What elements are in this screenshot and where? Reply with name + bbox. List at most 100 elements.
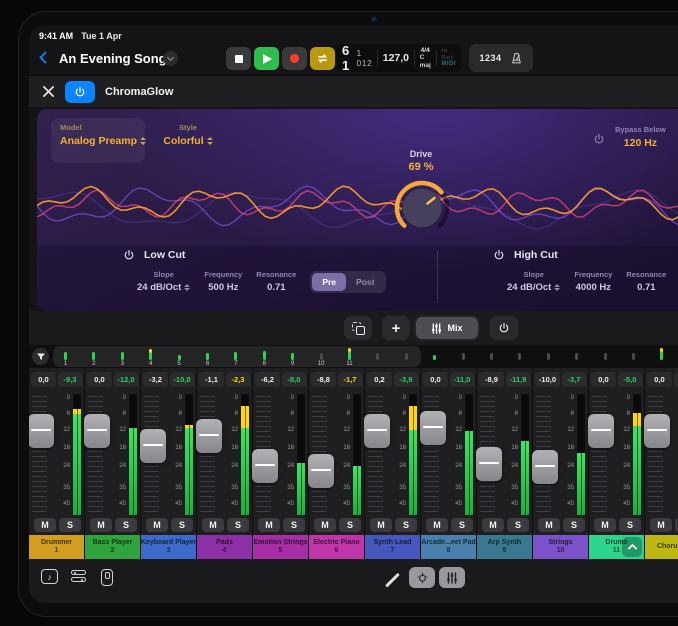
mute-button[interactable]: M: [650, 518, 672, 532]
fader-handle[interactable]: [364, 414, 390, 448]
lcd-display[interactable]: 6 1 1 012 127,0 4/4 C maj In Out MIDI: [336, 44, 462, 72]
power-icon[interactable]: [123, 249, 135, 261]
volume-value[interactable]: 0,0: [647, 372, 672, 387]
post-button[interactable]: Post: [346, 273, 384, 291]
high-cut-resonance[interactable]: Resonance 0.71: [626, 270, 666, 293]
volume-value[interactable]: -10,0: [535, 372, 560, 387]
mute-button[interactable]: M: [258, 518, 280, 532]
fader-handle[interactable]: [252, 449, 278, 483]
cycle-button[interactable]: [310, 47, 335, 70]
mute-button[interactable]: M: [202, 518, 224, 532]
track-name-bar[interactable]: Bass Player 2: [85, 535, 140, 559]
close-icon[interactable]: [42, 85, 55, 98]
plugin-power-button[interactable]: [65, 81, 95, 103]
volume-value[interactable]: -1,1: [199, 372, 224, 387]
volume-value[interactable]: 0,0: [423, 372, 448, 387]
mute-button[interactable]: M: [538, 518, 560, 532]
mute-button[interactable]: M: [146, 518, 168, 532]
mute-button[interactable]: M: [90, 518, 112, 532]
drive-knob[interactable]: [391, 177, 453, 239]
play-button[interactable]: [254, 47, 279, 70]
mute-button[interactable]: M: [426, 518, 448, 532]
record-button[interactable]: [282, 47, 307, 70]
solo-button[interactable]: S: [227, 518, 249, 532]
power-icon[interactable]: [493, 249, 505, 261]
bypass-below-control[interactable]: Bypass Below 120 Hz: [593, 125, 666, 149]
mute-button[interactable]: M: [594, 518, 616, 532]
low-cut-frequency[interactable]: Frequency 500 Hz: [204, 270, 242, 293]
mix-view-button[interactable]: Mix: [416, 317, 478, 339]
fader-handle[interactable]: [532, 450, 558, 484]
model-value: Analog Preamp: [60, 135, 137, 147]
metronome-icon[interactable]: [510, 52, 523, 65]
song-title[interactable]: An Evening Song: [59, 51, 167, 66]
smart-controls-button[interactable]: [409, 567, 435, 588]
low-cut-slope[interactable]: Slope 24 dB/Oct: [137, 270, 190, 293]
solo-button[interactable]: S: [395, 518, 417, 532]
volume-value[interactable]: -8,8: [311, 372, 336, 387]
solo-button[interactable]: S: [115, 518, 137, 532]
solo-button[interactable]: S: [59, 518, 81, 532]
track-name-bar[interactable]: Synth Lead 7: [365, 535, 420, 559]
track-name-bar[interactable]: Chorus V: [645, 535, 678, 559]
track-name-bar[interactable]: Pads 4: [197, 535, 252, 559]
plugins-button[interactable]: [71, 569, 86, 583]
add-track-button[interactable]: +: [382, 316, 410, 340]
fader-handle[interactable]: [588, 414, 614, 448]
high-cut-frequency[interactable]: Frequency 4000 Hz: [574, 270, 612, 293]
fader-handle[interactable]: [308, 454, 334, 488]
high-cut-slope[interactable]: Slope 24 dB/Oct: [507, 270, 560, 293]
mute-button[interactable]: M: [482, 518, 504, 532]
low-cut-resonance[interactable]: Resonance 0.71: [256, 270, 296, 293]
solo-button[interactable]: S: [171, 518, 193, 532]
style-selector[interactable]: Style Colorful: [153, 123, 223, 147]
mixer-power-button[interactable]: [490, 316, 518, 340]
fader-handle[interactable]: [29, 414, 54, 448]
solo-button[interactable]: S: [339, 518, 361, 532]
fader-handle[interactable]: [476, 447, 502, 481]
track-name-bar[interactable]: Arp Synth 9: [477, 535, 532, 559]
solo-button[interactable]: S: [619, 518, 641, 532]
track-name-bar[interactable]: Emotion Strings 5: [253, 535, 308, 559]
solo-button[interactable]: S: [563, 518, 585, 532]
volume-value[interactable]: 0,0: [591, 372, 616, 387]
track-name-bar[interactable]: Drums 11: [589, 535, 644, 559]
track-name-bar[interactable]: Arcade...eet Pad 8: [421, 535, 476, 559]
volume-value[interactable]: 0,2: [367, 372, 392, 387]
fader-handle[interactable]: [140, 429, 166, 463]
model-selector[interactable]: Model Analog Preamp: [51, 118, 145, 163]
track-name-bar[interactable]: Electric Piano 6: [309, 535, 364, 559]
browser-button[interactable]: ♪: [41, 569, 58, 584]
level-meter: [521, 394, 529, 515]
track-name-bar[interactable]: Drummer 1: [29, 535, 84, 559]
volume-value[interactable]: 0,0: [87, 372, 112, 387]
solo-button[interactable]: S: [283, 518, 305, 532]
stop-button[interactable]: [226, 47, 251, 70]
mixer-button[interactable]: [439, 567, 465, 588]
expand-button[interactable]: [622, 537, 642, 557]
copy-button[interactable]: [344, 316, 372, 340]
volume-value[interactable]: -3,2: [143, 372, 168, 387]
solo-button[interactable]: S: [451, 518, 473, 532]
song-menu-button[interactable]: [163, 51, 178, 66]
mute-button[interactable]: M: [34, 518, 56, 532]
track-name-bar[interactable]: Strings 10: [533, 535, 588, 559]
back-icon[interactable]: [39, 51, 52, 64]
volume-value[interactable]: 0,0: [31, 372, 56, 387]
controller-button[interactable]: [101, 569, 113, 586]
volume-value[interactable]: -6,2: [255, 372, 280, 387]
pencil-icon[interactable]: [384, 571, 400, 587]
volume-value[interactable]: -8,9: [479, 372, 504, 387]
track-name-bar[interactable]: Keyboard Player 3: [141, 535, 196, 559]
mute-button[interactable]: M: [370, 518, 392, 532]
filter-button[interactable]: [32, 348, 49, 365]
fader-handle[interactable]: [196, 419, 222, 453]
solo-button[interactable]: S: [507, 518, 529, 532]
channel-navigator[interactable]: 1234567891011: [29, 345, 678, 368]
count-in-button[interactable]: 1234: [479, 53, 501, 63]
fader-handle[interactable]: [84, 414, 110, 448]
fader-handle[interactable]: [644, 414, 670, 448]
pre-button[interactable]: Pre: [312, 273, 346, 291]
fader-handle[interactable]: [420, 411, 446, 445]
mute-button[interactable]: M: [314, 518, 336, 532]
